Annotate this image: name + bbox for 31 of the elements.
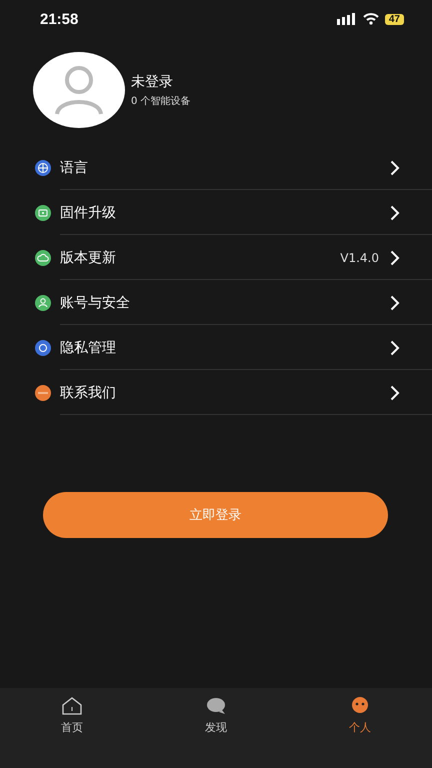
chevron-icon bbox=[390, 160, 400, 176]
version-text: V1.4.0 bbox=[340, 250, 379, 264]
signal-icon bbox=[336, 13, 357, 25]
menu-item[interactable]: 账号与安全 bbox=[0, 280, 432, 325]
menu-label: 账号与安全 bbox=[60, 294, 131, 312]
chevron-icon bbox=[390, 204, 400, 220]
login-status: 未登录 bbox=[131, 72, 174, 90]
menu-label: 语言 bbox=[60, 158, 89, 176]
device-count: 0 个智能设备 bbox=[131, 94, 191, 108]
wifi-icon bbox=[362, 13, 379, 25]
menu-label: 隐私管理 bbox=[60, 338, 117, 356]
tab-item[interactable]: 发现 bbox=[144, 696, 288, 768]
house-icon bbox=[61, 696, 83, 716]
tab-item[interactable]: 首页 bbox=[0, 696, 144, 768]
chevron-icon bbox=[390, 250, 400, 266]
avatar-icon[interactable] bbox=[33, 52, 125, 128]
battery-level: 47 bbox=[384, 14, 404, 24]
menu-item[interactable]: 隐私管理 bbox=[0, 325, 432, 370]
menu-label: 联系我们 bbox=[60, 384, 117, 402]
chevron-icon bbox=[390, 294, 400, 310]
menu-label: 版本更新 bbox=[60, 248, 117, 266]
status-time: 21:58 bbox=[40, 10, 78, 28]
tab-item[interactable]: 个人 bbox=[288, 696, 432, 768]
chevron-icon bbox=[390, 384, 400, 400]
menu-item[interactable]: 联系我们 bbox=[0, 370, 432, 415]
menu-item[interactable]: 固件升级 bbox=[0, 190, 432, 235]
menu-item[interactable]: 版本更新 V1.4.0 bbox=[0, 235, 432, 280]
chat-bubble-icon bbox=[205, 696, 227, 716]
menu-item[interactable]: 语言 bbox=[0, 145, 432, 190]
chevron-icon bbox=[390, 340, 400, 356]
menu-label: 固件升级 bbox=[60, 204, 117, 222]
